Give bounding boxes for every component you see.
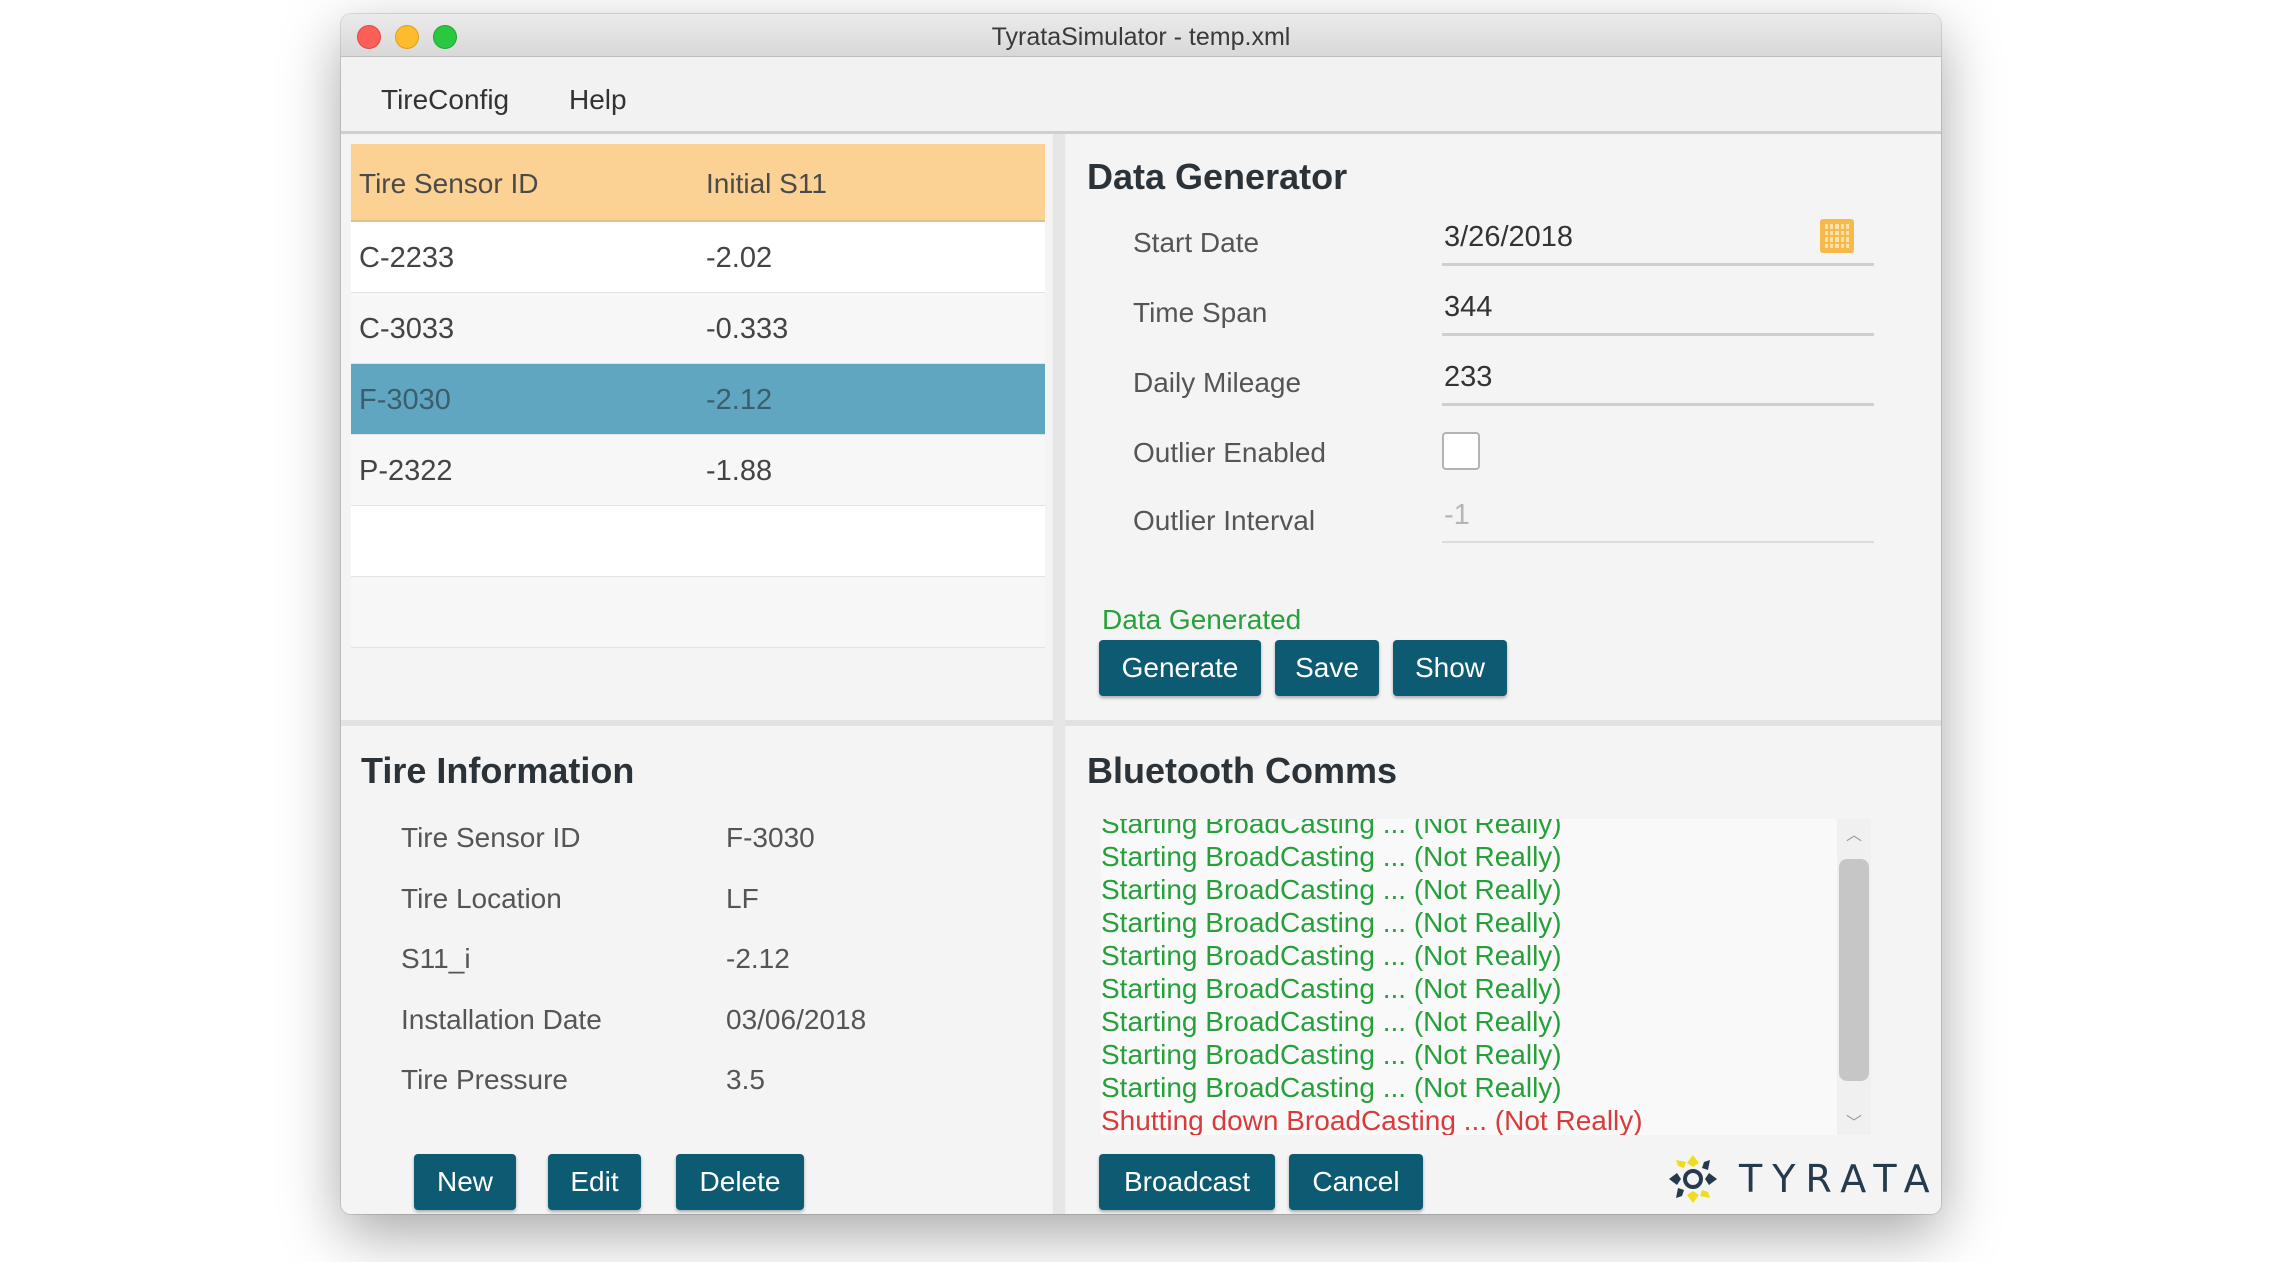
delete-button[interactable]: Delete bbox=[676, 1154, 804, 1210]
column-header-initial-s11[interactable]: Initial S11 bbox=[706, 168, 827, 200]
table-row[interactable]: P-2322 -1.88 bbox=[351, 435, 1045, 506]
save-button[interactable]: Save bbox=[1275, 640, 1379, 696]
info-label-tire-location: Tire Location bbox=[401, 883, 562, 914]
scroll-down-icon[interactable]: ﹀ bbox=[1837, 1109, 1871, 1133]
table-row-empty bbox=[351, 577, 1045, 648]
info-value-installation-date: 03/06/2018 bbox=[726, 1004, 867, 1035]
broadcast-button[interactable]: Broadcast bbox=[1099, 1154, 1275, 1210]
info-label-tire-pressure: Tire Pressure bbox=[401, 1064, 569, 1095]
bluetooth-comms-panel: Bluetooth Comms Starting BroadCasting ..… bbox=[1067, 726, 1941, 1214]
daily-mileage-value: 233 bbox=[1444, 361, 1493, 393]
daily-mileage-label: Daily Mileage bbox=[1133, 367, 1302, 398]
info-value-tire-pressure: 3.5 bbox=[726, 1064, 765, 1095]
window-title: TyrataSimulator - temp.xml bbox=[991, 23, 1291, 51]
outlier-enabled-checkbox[interactable] bbox=[1442, 432, 1480, 470]
cell-sensor-id: P-2322 bbox=[359, 455, 453, 487]
log-line: Starting BroadCasting ... (Not Really) bbox=[1101, 1039, 1562, 1070]
scroll-thumb[interactable] bbox=[1839, 859, 1869, 1081]
bluetooth-comms-title: Bluetooth Comms bbox=[1087, 750, 1397, 791]
menu-tireconfig[interactable]: TireConfig bbox=[381, 84, 509, 116]
log-line: Starting BroadCasting ... (Not Really) bbox=[1101, 819, 1562, 839]
log-line: Shutting down BroadCasting ... (Not Real… bbox=[1101, 1105, 1643, 1135]
table-row[interactable]: C-3033 -0.333 bbox=[351, 293, 1045, 364]
log-line: Starting BroadCasting ... (Not Really) bbox=[1101, 907, 1562, 938]
outlier-enabled-label: Outlier Enabled bbox=[1133, 437, 1327, 468]
time-span-label: Time Span bbox=[1133, 297, 1268, 328]
tire-table-panel: Tire Sensor ID Initial S11 C-2233 -2.02 … bbox=[341, 134, 1051, 720]
table-header: Tire Sensor ID Initial S11 bbox=[351, 144, 1045, 222]
scroll-up-icon[interactable]: ︿ bbox=[1837, 821, 1871, 845]
start-date-value: 3/26/2018 bbox=[1444, 221, 1574, 253]
new-button[interactable]: New bbox=[414, 1154, 516, 1210]
log-line: Starting BroadCasting ... (Not Really) bbox=[1101, 940, 1562, 971]
outlier-interval-value: -1 bbox=[1444, 499, 1470, 531]
cell-sensor-id: C-2233 bbox=[359, 242, 455, 274]
outlier-interval-field: -1 bbox=[1442, 491, 1874, 543]
generation-status: Data Generated bbox=[1102, 604, 1302, 635]
table-row-selected[interactable]: F-3030 -2.12 bbox=[351, 364, 1045, 435]
tire-information-panel: Tire Information Tire Sensor ID F-3030 T… bbox=[341, 726, 1051, 1214]
cell-initial-s11: -2.12 bbox=[706, 384, 773, 416]
time-span-field[interactable]: 344 bbox=[1442, 283, 1874, 336]
info-label-installation-date: Installation Date bbox=[401, 1004, 602, 1035]
log-line: Starting BroadCasting ... (Not Really) bbox=[1101, 1072, 1562, 1103]
outlier-interval-label: Outlier Interval bbox=[1133, 505, 1316, 536]
table-row[interactable]: C-2233 -2.02 bbox=[351, 222, 1045, 293]
log-scrollbar[interactable]: ︿ ﹀ bbox=[1837, 819, 1871, 1135]
info-value-sensor-id: F-3030 bbox=[726, 822, 815, 853]
calendar-icon[interactable] bbox=[1820, 219, 1854, 253]
data-generator-title: Data Generator bbox=[1087, 156, 1348, 197]
cell-initial-s11: -2.02 bbox=[706, 242, 773, 274]
tyrata-logo-text: TYRATA bbox=[1739, 1157, 1940, 1201]
cell-sensor-id: C-3033 bbox=[359, 313, 455, 345]
cell-sensor-id: F-3030 bbox=[359, 384, 451, 416]
log-line: Starting BroadCasting ... (Not Really) bbox=[1101, 874, 1562, 905]
log-line: Starting BroadCasting ... (Not Really) bbox=[1101, 1006, 1562, 1037]
log-lines: Starting BroadCasting ... (Not Really) S… bbox=[1101, 819, 1841, 1135]
edit-button[interactable]: Edit bbox=[548, 1154, 641, 1210]
column-header-sensor-id[interactable]: Tire Sensor ID bbox=[359, 168, 538, 200]
tire-information-title: Tire Information bbox=[361, 750, 635, 791]
generate-button[interactable]: Generate bbox=[1099, 640, 1261, 696]
log-line: Starting BroadCasting ... (Not Really) bbox=[1101, 973, 1562, 1004]
data-generator-panel: Data Generator Start Date 3/26/2018 Time… bbox=[1067, 134, 1941, 720]
vertical-divider[interactable] bbox=[1053, 134, 1065, 1214]
daily-mileage-field[interactable]: 233 bbox=[1442, 353, 1874, 406]
info-value-s11: -2.12 bbox=[726, 943, 790, 974]
app-window: TyrataSimulator - temp.xml TireConfig He… bbox=[341, 14, 1941, 1214]
info-label-s11: S11_i bbox=[401, 943, 471, 974]
menu-help[interactable]: Help bbox=[569, 84, 627, 116]
cancel-button[interactable]: Cancel bbox=[1289, 1154, 1423, 1210]
tyrata-logo: TYRATA bbox=[1663, 1151, 1930, 1207]
table-row-empty bbox=[351, 506, 1045, 577]
menu-bar: TireConfig Help bbox=[341, 57, 1941, 134]
tyrata-logo-mark-icon bbox=[1669, 1155, 1717, 1203]
log-line: Starting BroadCasting ... (Not Really) bbox=[1101, 841, 1562, 872]
start-date-field[interactable]: 3/26/2018 bbox=[1442, 213, 1874, 266]
info-value-tire-location: LF bbox=[726, 883, 759, 914]
title-bar: TyrataSimulator - temp.xml bbox=[341, 14, 1941, 57]
tire-table: Tire Sensor ID Initial S11 C-2233 -2.02 … bbox=[351, 144, 1045, 648]
cell-initial-s11: -0.333 bbox=[706, 313, 789, 345]
show-button[interactable]: Show bbox=[1393, 640, 1507, 696]
start-date-label: Start Date bbox=[1133, 227, 1260, 258]
info-label-sensor-id: Tire Sensor ID bbox=[401, 822, 581, 853]
cell-initial-s11: -1.88 bbox=[706, 455, 773, 487]
bluetooth-log[interactable]: Starting BroadCasting ... (Not Really) S… bbox=[1101, 819, 1871, 1135]
time-span-value: 344 bbox=[1444, 291, 1493, 323]
